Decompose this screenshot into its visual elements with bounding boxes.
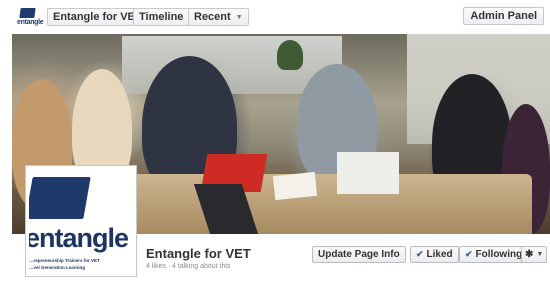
check-icon: ✔ bbox=[416, 249, 424, 259]
following-label: Following bbox=[475, 249, 523, 260]
liked-button[interactable]: ✔ Liked bbox=[410, 246, 459, 263]
gear-icon: ✱ bbox=[525, 249, 534, 260]
profile-picture[interactable]: entangle …repreneurship Trainers for VET… bbox=[25, 165, 137, 277]
update-page-info-label: Update Page Info bbox=[318, 249, 400, 260]
logo-word: entangle bbox=[17, 19, 44, 26]
admin-panel-label: Admin Panel bbox=[470, 10, 537, 22]
cover-white-laptop bbox=[337, 152, 399, 194]
nav-recent-button[interactable]: Recent ▼ bbox=[188, 8, 249, 26]
cover-plant bbox=[277, 40, 303, 70]
admin-panel-button[interactable]: Admin Panel bbox=[463, 7, 544, 25]
top-bar: entangle Entangle for VET Timeline ▼ Rece… bbox=[0, 0, 550, 34]
cover-paper bbox=[272, 171, 318, 201]
check-icon: ✔ bbox=[465, 249, 473, 259]
page-title[interactable]: Entangle for VET bbox=[146, 246, 251, 261]
update-page-info-button[interactable]: Update Page Info bbox=[312, 246, 406, 263]
liked-label: Liked bbox=[426, 249, 453, 260]
chevron-down-icon: ▼ bbox=[536, 251, 544, 258]
nav-recent-label: Recent bbox=[194, 11, 231, 23]
profile-logo-word: entangle bbox=[29, 223, 129, 253]
chevron-down-icon: ▼ bbox=[235, 14, 243, 21]
profile-tagline-2: …vel Generation Learning bbox=[29, 265, 86, 270]
nav-timeline-label: Timeline bbox=[139, 11, 184, 23]
settings-dropdown-button[interactable]: ✱ ▼ bbox=[521, 246, 548, 263]
cover-table bbox=[132, 174, 532, 234]
entangle-logo-small[interactable]: entangle bbox=[17, 6, 44, 30]
profile-logo: entangle …repreneurship Trainers for VET… bbox=[29, 169, 133, 273]
profile-tagline-1: …repreneurship Trainers for VET bbox=[29, 258, 100, 263]
page-stats: 4 likes · 4 talking about this bbox=[146, 263, 231, 270]
following-button[interactable]: ✔ Following bbox=[459, 246, 529, 263]
nav-page-name-label: Entangle for VET bbox=[53, 11, 142, 23]
profile-logo-mark bbox=[29, 177, 91, 219]
logo-mark bbox=[19, 8, 36, 18]
